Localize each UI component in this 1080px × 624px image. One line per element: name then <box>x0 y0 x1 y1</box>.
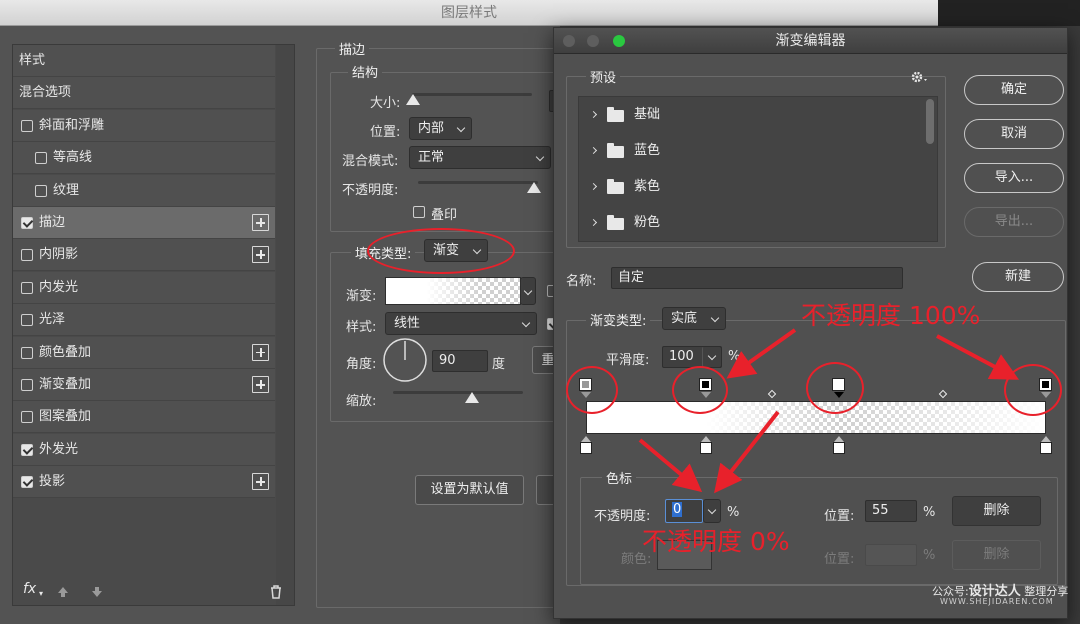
screen: 图层样式 样式 混合选项 斜面和浮雕 等高线 纹理 描边 内阴影 内发光 光泽 颜色叠加 渐变叠加图… <box>0 0 1080 624</box>
annotation-arrows <box>638 328 1020 494</box>
watermark-url: WWW.SHEJIDAREN.COM <box>940 597 1054 606</box>
